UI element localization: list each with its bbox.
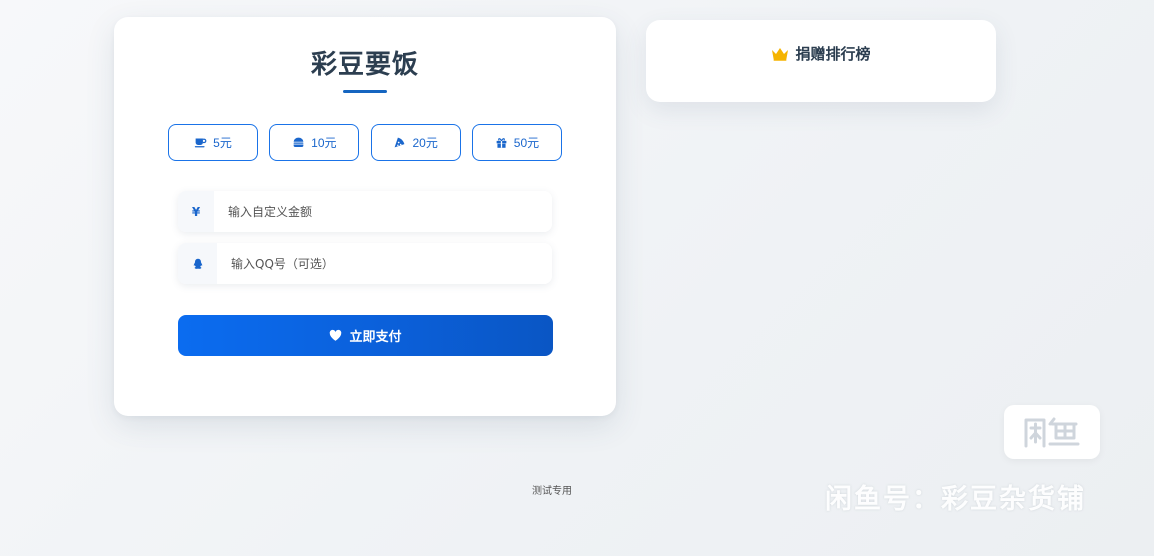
ranking-title: 捐赠排行榜 [795, 45, 871, 63]
gift-icon [496, 138, 507, 148]
amount-options: 5元 10元 20元 50元 [168, 124, 562, 162]
donation-card: 彩豆要饭 5元 10元 20元 50元 ¥ 输入自定义金额 输入QQ号（可选） … [114, 17, 616, 416]
amount-label: 20元 [412, 136, 438, 150]
custom-amount-group: ¥ [178, 191, 552, 232]
crown-icon [772, 47, 789, 61]
qq-prefix [178, 243, 217, 284]
donation-ranking-card: 捐赠排行榜 [646, 20, 996, 102]
pay-button-label: 立即支付 [349, 330, 402, 345]
pay-now-button[interactable]: 立即支付 [178, 315, 553, 356]
amount-button-50[interactable]: 50元 [471, 124, 562, 161]
title-underline [343, 90, 387, 93]
qq-group [178, 243, 552, 284]
amount-label: 5元 [213, 136, 232, 150]
xianyu-logo-icon [1024, 417, 1080, 448]
footer-note: 测试专用 [532, 486, 572, 497]
amount-label: 50元 [513, 136, 540, 150]
amount-button-10[interactable]: 10元 [269, 124, 360, 161]
qq-icon [193, 258, 202, 269]
burger-icon [293, 137, 304, 147]
qq-input[interactable] [217, 243, 552, 284]
coffee-icon [194, 138, 207, 148]
watermark-text: 闲鱼号：彩豆杂货铺 [825, 484, 1086, 515]
heart-icon [330, 329, 342, 341]
watermark-logo [1004, 405, 1100, 459]
amount-label: 10元 [311, 136, 337, 150]
amount-button-20[interactable]: 20元 [370, 124, 461, 161]
custom-amount-input[interactable] [214, 191, 552, 232]
ranking-header: 捐赠排行榜 [646, 43, 996, 64]
currency-prefix: ¥ [178, 191, 214, 232]
amount-button-5[interactable]: 5元 [168, 124, 258, 161]
pizza-icon [395, 137, 405, 148]
page-title: 彩豆要饭 [310, 50, 419, 80]
